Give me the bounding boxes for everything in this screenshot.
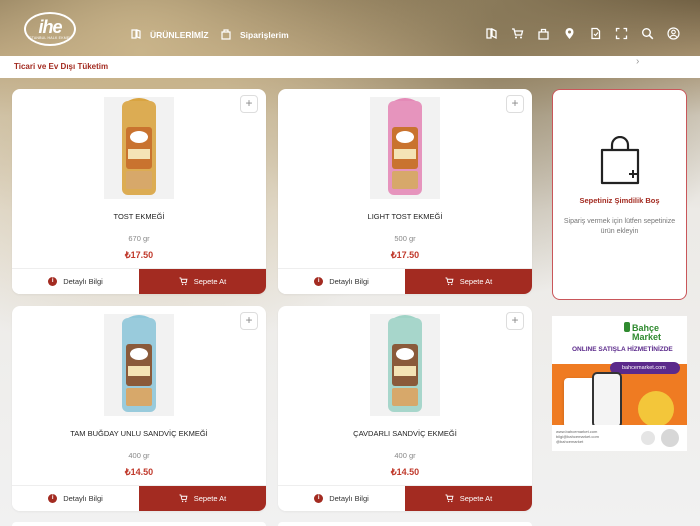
product-weight: 400 gr	[128, 451, 150, 460]
cart-label: Sepete At	[459, 494, 493, 503]
bag-icon[interactable]	[537, 27, 550, 40]
search-icon[interactable]	[641, 27, 654, 40]
user-icon[interactable]	[667, 27, 680, 40]
ihe-footer-logo	[661, 429, 679, 447]
product-actions: i Detaylı Bilgi Sepete At	[12, 485, 266, 511]
shopping-bag-icon	[600, 136, 640, 185]
cart-icon	[179, 494, 188, 503]
product-price: ₺17.50	[124, 250, 154, 260]
add-to-list-button[interactable]: +	[240, 95, 258, 113]
add-to-list-button[interactable]: +	[506, 312, 524, 330]
add-to-cart-button[interactable]: Sepete At	[405, 269, 532, 294]
product-image[interactable]	[104, 97, 174, 199]
detail-label: Detaylı Bilgi	[63, 277, 103, 286]
cart-icon	[445, 494, 454, 503]
breadcrumb-bar: Ticari ve Ev Dışı Tüketim ›	[0, 56, 700, 78]
nav-products-link[interactable]: ÜRÜNLERİMİZ	[130, 28, 209, 42]
ad-footer: www.bahcemarket.com bilgi@bahcemarket.co…	[552, 425, 687, 451]
ad-url: bahcemarket.com	[610, 362, 680, 374]
product-image[interactable]	[370, 97, 440, 199]
nav-orders-label: Siparişlerim	[240, 30, 289, 40]
detail-button[interactable]: i Detaylı Bilgi	[278, 486, 405, 511]
cart-icon	[179, 277, 188, 286]
product-weight: 670 gr	[128, 234, 150, 243]
product-name[interactable]: TOST EKMEĞİ	[12, 212, 266, 221]
product-name[interactable]: TAM BUĞDAY UNLU SANDVİÇ EKMEĞİ	[12, 429, 266, 438]
cart-empty-description: Sipariş vermek için lütfen sepetinize ür…	[563, 218, 676, 235]
breadcrumb[interactable]: Ticari ve Ev Dışı Tüketim	[14, 62, 108, 71]
ihe-logo[interactable]: ihe İSTANBUL HALK EKMEK	[24, 12, 76, 46]
cart-label: Sepete At	[193, 277, 227, 286]
add-to-cart-button[interactable]: Sepete At	[139, 269, 266, 294]
product-card: + ÇAVDARLI SANDVİÇ EKMEĞİ 400 gr ₺14.50 …	[278, 306, 532, 511]
detail-button[interactable]: i Detaylı Bilgi	[12, 486, 139, 511]
tree-icon	[624, 322, 630, 332]
ad-headline: ONLINE SATIŞLA HİZMETİNİZDE	[572, 346, 673, 353]
cart-empty-title: Sepetiniz Şimdilik Boş	[579, 196, 660, 205]
info-icon: i	[314, 277, 324, 286]
info-icon: i	[314, 494, 324, 503]
add-to-list-button[interactable]: +	[506, 95, 524, 113]
add-to-cart-button[interactable]: Sepete At	[405, 486, 532, 511]
fullscreen-icon[interactable]	[615, 27, 628, 40]
ad-brand: Bahçe Market	[632, 323, 662, 342]
product-price: ₺17.50	[390, 250, 420, 260]
bahce-market-ad[interactable]: Bahçe Market ONLINE SATIŞLA HİZMETİNİZDE…	[552, 316, 687, 451]
cart-icon[interactable]	[511, 27, 524, 40]
detail-button[interactable]: i Detaylı Bilgi	[12, 269, 139, 294]
detail-label: Detaylı Bilgi	[329, 494, 369, 503]
bag-icon	[220, 28, 232, 42]
cart-panel: Sepetiniz Şimdilik Boş Sipariş vermek iç…	[552, 89, 687, 300]
product-price: ₺14.50	[124, 467, 154, 477]
nav-icon-group	[485, 27, 680, 40]
cart-label: Sepete At	[459, 277, 493, 286]
product-weight: 400 gr	[394, 451, 416, 460]
product-name[interactable]: ÇAVDARLI SANDVİÇ EKMEĞİ	[278, 429, 532, 438]
cart-icon	[445, 277, 454, 286]
info-icon: i	[48, 494, 58, 503]
product-card: + LIGHT TOST EKMEĞİ 500 gr ₺17.50 i Deta…	[278, 89, 532, 294]
product-card: + TOST EKMEĞİ 670 gr ₺17.50 i Detaylı Bi…	[12, 89, 266, 294]
ad-badge	[638, 391, 674, 427]
document-icon[interactable]	[589, 27, 602, 40]
location-icon[interactable]	[563, 27, 576, 40]
ad-social: www.bahcemarket.com bilgi@bahcemarket.co…	[556, 429, 599, 444]
info-icon: i	[48, 277, 58, 286]
product-actions: i Detaylı Bilgi Sepete At	[278, 268, 532, 294]
product-actions: i Detaylı Bilgi Sepete At	[278, 485, 532, 511]
cart-label: Sepete At	[193, 494, 227, 503]
add-to-cart-button[interactable]: Sepete At	[139, 486, 266, 511]
logo-text: ihe	[38, 17, 62, 37]
detail-label: Detaylı Bilgi	[329, 277, 369, 286]
chevron-right-icon[interactable]: ›	[636, 56, 639, 67]
top-navbar: ihe İSTANBUL HALK EKMEK ÜRÜNLERİMİZ Sipa…	[0, 0, 700, 56]
ad-phone2-image	[592, 372, 622, 428]
product-image[interactable]	[370, 314, 440, 416]
detail-label: Detaylı Bilgi	[63, 494, 103, 503]
product-image[interactable]	[104, 314, 174, 416]
product-actions: i Detaylı Bilgi Sepete At	[12, 268, 266, 294]
nav-products-label: ÜRÜNLERİMİZ	[150, 30, 209, 40]
menu-icon	[130, 28, 142, 42]
nav-orders-link[interactable]: Siparişlerim	[220, 28, 289, 42]
category-icon[interactable]	[485, 27, 498, 40]
next-row-cards	[0, 518, 700, 526]
product-card: + TAM BUĞDAY UNLU SANDVİÇ EKMEĞİ 400 gr …	[12, 306, 266, 511]
product-price: ₺14.50	[390, 467, 420, 477]
municipality-logo	[641, 431, 655, 445]
logo-subtitle: İSTANBUL HALK EKMEK	[28, 36, 72, 40]
detail-button[interactable]: i Detaylı Bilgi	[278, 269, 405, 294]
product-weight: 500 gr	[394, 234, 416, 243]
add-to-list-button[interactable]: +	[240, 312, 258, 330]
product-name[interactable]: LIGHT TOST EKMEĞİ	[278, 212, 532, 221]
